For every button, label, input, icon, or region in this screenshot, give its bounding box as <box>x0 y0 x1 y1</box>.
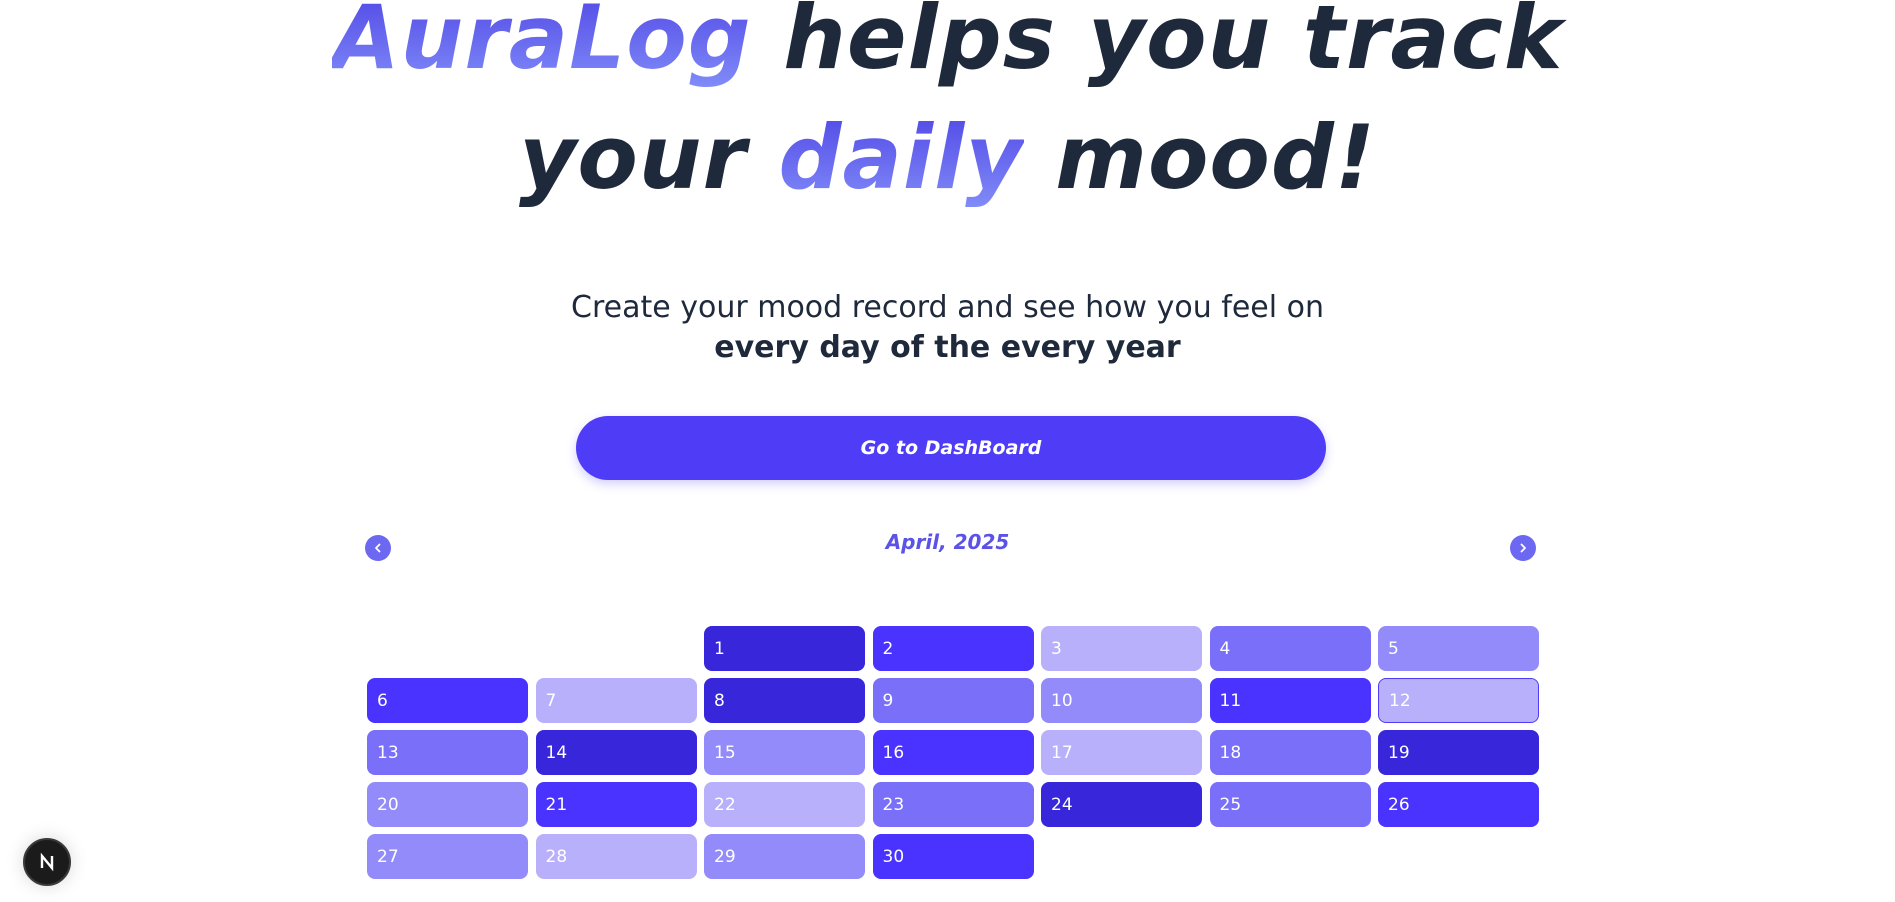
calendar-day-cell[interactable]: 17 <box>1041 730 1202 775</box>
calendar-day-number: 9 <box>882 690 894 711</box>
calendar-day-cell[interactable]: 27 <box>367 834 528 879</box>
calendar-day-cell[interactable]: 10 <box>1041 678 1202 723</box>
hero-headline: AuraLog helps you track your daily mood! <box>0 0 1895 218</box>
subtitle-line-1: Create your mood record and see how you … <box>571 290 1324 325</box>
calendar-grid: 1 2 3 4 5 6 7 8 9 10 11 12 13 14 15 16 17 18 19 20 21 22 23 24 2… <box>367 626 1539 879</box>
calendar-day-cell[interactable]: 23 <box>872 782 1034 827</box>
calendar-day-cell[interactable]: 25 <box>1209 782 1371 827</box>
headline-text: mood! <box>1023 106 1376 209</box>
nextjs-dev-badge[interactable] <box>23 838 71 886</box>
brand-name: AuraLog <box>332 0 752 89</box>
calendar-day-cell[interactable]: 16 <box>872 730 1034 775</box>
calendar-day-number: 3 <box>1051 638 1062 659</box>
headline-line-2: your daily mood! <box>0 98 1895 218</box>
calendar-day-cell[interactable]: 15 <box>704 730 865 775</box>
calendar-day-cell[interactable]: 19 <box>1378 730 1539 775</box>
calendar-day-number: 22 <box>714 794 736 815</box>
calendar-day-number: 15 <box>714 742 736 763</box>
calendar-day-number: 23 <box>882 794 905 815</box>
calendar-day-number: 29 <box>714 846 736 867</box>
calendar-day-cell[interactable]: 4 <box>1209 626 1371 671</box>
calendar-day-number: 18 <box>1219 742 1242 763</box>
calendar-day-cell[interactable]: 24 <box>1041 782 1202 827</box>
headline-text: your <box>519 106 779 209</box>
calendar-day-cell[interactable]: 9 <box>872 678 1034 723</box>
calendar-day-number: 13 <box>377 742 399 763</box>
calendar-day-number: 21 <box>545 794 568 815</box>
calendar-day-cell[interactable]: 18 <box>1209 730 1371 775</box>
calendar-day-cell[interactable]: 8 <box>704 678 865 723</box>
calendar-day-cell[interactable]: 7 <box>535 678 697 723</box>
calendar-day-cell[interactable]: 6 <box>367 678 528 723</box>
calendar-day-cell[interactable]: 3 <box>1041 626 1202 671</box>
headline-line-1: AuraLog helps you track <box>0 0 1895 98</box>
calendar-day-cell[interactable]: 11 <box>1209 678 1371 723</box>
calendar-day-cell[interactable]: 13 <box>367 730 528 775</box>
calendar-day-number: 24 <box>1051 794 1073 815</box>
calendar-day-cell[interactable]: 1 <box>704 626 865 671</box>
calendar-day-cell[interactable]: 28 <box>535 834 697 879</box>
calendar-day-cell[interactable]: 2 <box>872 626 1034 671</box>
calendar-day-cell[interactable]: 20 <box>367 782 528 827</box>
subtitle-line-2: every day of the every year <box>714 330 1181 365</box>
calendar-day-number: 28 <box>545 846 568 867</box>
calendar-day-number: 26 <box>1388 794 1410 815</box>
calendar-day-number: 10 <box>1051 690 1073 711</box>
calendar-day-number: 7 <box>545 690 557 711</box>
headline-text: helps you track <box>751 0 1564 89</box>
calendar-day-number: 30 <box>882 846 905 867</box>
calendar-month-label: April, 2025 <box>885 530 1010 554</box>
headline-accent: daily <box>778 106 1024 209</box>
calendar-day-number: 25 <box>1219 794 1242 815</box>
go-to-dashboard-button[interactable]: Go to DashBoard <box>576 416 1326 480</box>
calendar-day-number: 2 <box>882 638 894 659</box>
calendar-day-cell[interactable]: 22 <box>704 782 865 827</box>
calendar-day-cell[interactable]: 21 <box>535 782 697 827</box>
hero-subtitle: Create your mood record and see how you … <box>0 288 1895 368</box>
calendar-day-cell[interactable]: 12 <box>1378 678 1539 723</box>
calendar-day-number: 11 <box>1219 690 1242 711</box>
calendar-day-number: 1 <box>714 638 725 659</box>
calendar-day-number: 5 <box>1388 638 1399 659</box>
calendar-day-cell[interactable]: 30 <box>872 834 1034 879</box>
calendar-day-cell[interactable]: 26 <box>1378 782 1539 827</box>
calendar-day-number: 20 <box>377 794 399 815</box>
next-month-button[interactable] <box>1510 535 1536 561</box>
calendar-day-number: 8 <box>714 690 725 711</box>
calendar-day-number: 6 <box>377 690 388 711</box>
calendar-day-number: 4 <box>1219 638 1231 659</box>
calendar-day-cell[interactable]: 14 <box>535 730 697 775</box>
calendar-day-cell[interactable]: 29 <box>704 834 865 879</box>
calendar-day-number: 19 <box>1388 742 1410 763</box>
calendar-day-cell[interactable]: 5 <box>1378 626 1539 671</box>
calendar-day-number: 27 <box>377 846 399 867</box>
calendar-day-number: 14 <box>545 742 568 763</box>
calendar-day-number: 12 <box>1389 690 1411 711</box>
calendar-day-number: 17 <box>1051 742 1073 763</box>
nextjs-logo-icon <box>40 852 54 872</box>
calendar-day-number: 16 <box>882 742 905 763</box>
landing-page: AuraLog helps you track your daily mood!… <box>0 0 1895 902</box>
chevron-right-icon <box>1520 543 1526 553</box>
